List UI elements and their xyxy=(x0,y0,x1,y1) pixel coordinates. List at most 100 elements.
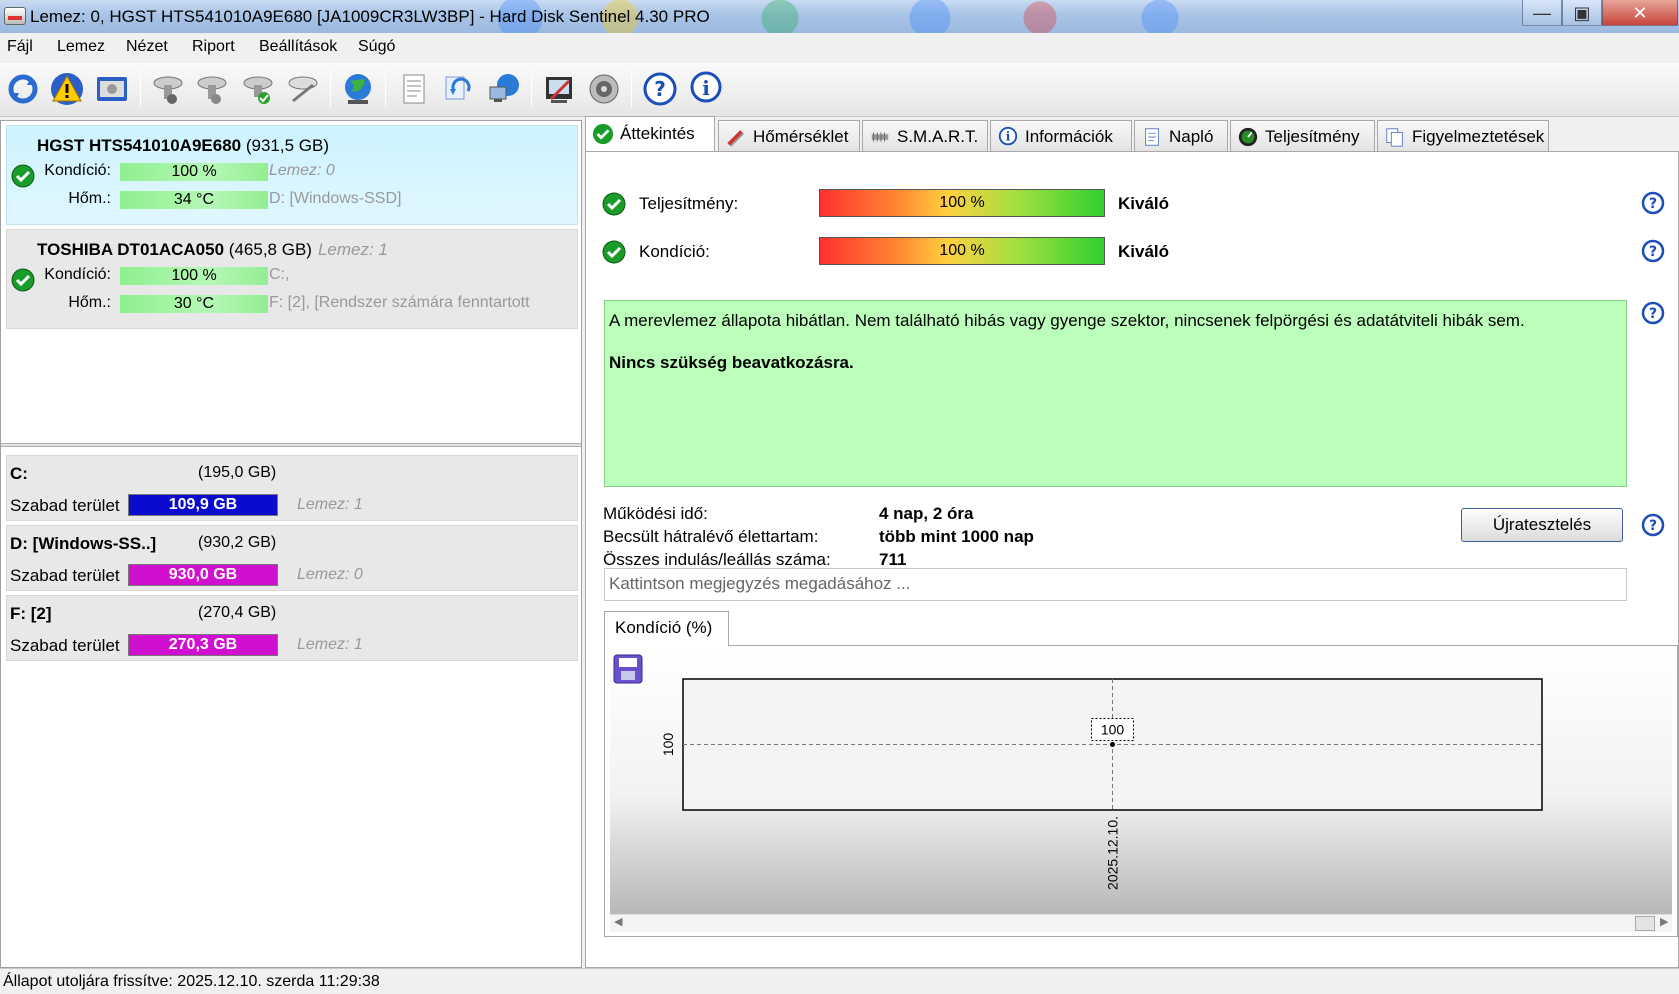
temperature-label: Hőm.: xyxy=(68,190,111,207)
temperature-label: Hőm.: xyxy=(68,294,111,311)
close-button[interactable]: ✕ xyxy=(1602,0,1678,26)
warning-icon[interactable] xyxy=(47,69,87,109)
toolbar-separator xyxy=(140,71,141,107)
disk-icon[interactable] xyxy=(92,69,132,109)
toolbar-separator xyxy=(385,71,386,107)
condition-label: Kondíció: xyxy=(44,266,111,283)
note-input[interactable]: Kattintson megjegyzés megadásához ... xyxy=(604,568,1627,601)
free-space-bar: 270,3 GB xyxy=(128,634,278,656)
toolbar-separator xyxy=(631,71,632,107)
menu-bar: Fájl Lemez Nézet Riport Beállítások Súgó xyxy=(0,33,1679,63)
scroll-thumb[interactable] xyxy=(1635,916,1655,931)
gauge-icon xyxy=(1237,126,1259,148)
disk-item-toshiba[interactable]: TOSHIBA DT01ACA050 (465,8 GB) Lemez: 1 Ko… xyxy=(6,229,578,329)
temperature-bar: 34 °C xyxy=(120,191,268,209)
disk-partitions: D: [Windows-SSD] xyxy=(269,190,402,207)
maximize-button[interactable]: ▣ xyxy=(1562,0,1602,26)
disk-ok-icon[interactable] xyxy=(238,69,278,109)
disk-number: Lemez: 1 xyxy=(297,636,363,653)
disk-list-panel: HGST HTS541010A9E680 (931,5 GB) Kondíció… xyxy=(0,120,582,968)
report-icon[interactable] xyxy=(393,69,433,109)
menu-file[interactable]: Fájl xyxy=(7,38,33,56)
network-icon[interactable] xyxy=(484,69,524,109)
help-icon[interactable]: ? xyxy=(1641,301,1665,325)
condition-chart: 100 2025.12.10. 100 xyxy=(660,678,1543,890)
menu-help[interactable]: Súgó xyxy=(358,38,395,56)
minimize-button[interactable]: — xyxy=(1522,0,1562,26)
free-space-bar: 109,9 GB xyxy=(128,494,278,516)
svg-text:?: ? xyxy=(1649,306,1657,322)
partition-item-c[interactable]: C: (195,0 GB) Szabad terület 109,9 GB Le… xyxy=(6,455,578,521)
svg-text:?: ? xyxy=(1649,196,1657,212)
tab-condition-chart[interactable]: Kondíció (%) xyxy=(604,611,729,646)
tab-alerts[interactable]: Figyelmeztetések xyxy=(1377,120,1549,153)
free-space-label: Szabad terület xyxy=(10,636,120,655)
partition-size: (930,2 GB) xyxy=(198,534,277,551)
uptime-value: 4 nap, 2 óra xyxy=(879,504,974,523)
refresh-icon[interactable] xyxy=(3,69,43,109)
tab-smart[interactable]: S.M.A.R.T. xyxy=(862,120,988,153)
globe-icon[interactable] xyxy=(338,69,378,109)
copy-icon xyxy=(1384,126,1406,148)
temperature-bar: 30 °C xyxy=(120,295,268,313)
chart-scrollbar[interactable]: ◀ ▶ xyxy=(610,914,1672,932)
tab-information[interactable]: i Információk xyxy=(990,120,1132,153)
data-point xyxy=(1110,742,1115,747)
partition-item-d[interactable]: D: [Windows-SS..] (930,2 GB) Szabad terü… xyxy=(6,525,578,591)
partition-size: (270,4 GB) xyxy=(198,604,277,621)
svg-text:?: ? xyxy=(1649,244,1657,260)
partition-size: (195,0 GB) xyxy=(198,464,277,481)
check-ok-icon xyxy=(602,192,626,216)
check-ok-icon xyxy=(602,240,626,264)
panel-splitter[interactable] xyxy=(1,443,581,447)
partition-name: F: [2] xyxy=(10,604,52,623)
condition-label: Kondíció: xyxy=(44,162,111,179)
lifetime-label: Becsült hátralévő élettartam: xyxy=(603,527,819,546)
menu-settings[interactable]: Beállítások xyxy=(259,38,337,56)
window-title: Lemez: 0, HGST HTS541010A9E680 [JA1009CR… xyxy=(30,7,710,26)
retest-button[interactable]: Újratesztelés xyxy=(1461,508,1623,542)
partition-name: D: [Windows-SS..] xyxy=(10,534,157,553)
tab-performance[interactable]: Teljesítmény xyxy=(1230,120,1375,153)
help-icon[interactable]: ? xyxy=(1641,191,1665,215)
disk-satellite-icon[interactable] xyxy=(283,69,323,109)
startstop-value: 711 xyxy=(879,550,907,569)
menu-report[interactable]: Riport xyxy=(192,38,235,56)
disk-number: Lemez: 0 xyxy=(269,162,335,179)
partition-name: C: xyxy=(10,464,28,483)
status-recommendation: Nincs szükség beavatkozásra. xyxy=(609,353,854,372)
help-icon[interactable]: ? xyxy=(1641,513,1665,537)
x-tick-label: 2025.12.10. xyxy=(1105,816,1121,890)
data-label: 100 xyxy=(1101,722,1125,738)
disk-test-icon-2[interactable] xyxy=(192,69,232,109)
status-bar: Állapot utoljára frissítve: 2025.12.10. … xyxy=(0,968,1679,994)
help-icon[interactable]: ? xyxy=(1641,239,1665,263)
edit-icon[interactable] xyxy=(539,69,579,109)
info-icon[interactable]: i xyxy=(686,69,726,109)
partition-item-f[interactable]: F: [2] (270,4 GB) Szabad terület 270,3 G… xyxy=(6,595,578,661)
condition-bar: 100 % xyxy=(120,267,268,285)
scroll-right-icon[interactable]: ▶ xyxy=(1660,915,1668,928)
tab-overview[interactable]: Áttekintés xyxy=(585,116,715,151)
chart-frame: 100 2025.12.10. 100 ◀ ▶ xyxy=(604,645,1678,937)
thermometer-icon xyxy=(725,126,747,148)
tab-temperature[interactable]: Hőmérséklet xyxy=(718,120,860,153)
disk-test-icon[interactable] xyxy=(148,69,188,109)
title-bar: Lemez: 0, HGST HTS541010A9E680 [JA1009CR… xyxy=(0,0,1679,33)
menu-view[interactable]: Nézet xyxy=(126,38,168,56)
disk-number: Lemez: 1 xyxy=(297,496,363,513)
tab-log[interactable]: Napló xyxy=(1134,120,1228,153)
svg-text:?: ? xyxy=(654,77,666,101)
sync-icon[interactable] xyxy=(438,69,478,109)
disk-item-hgst[interactable]: HGST HTS541010A9E680 (931,5 GB) Kondíció… xyxy=(6,125,578,225)
scroll-left-icon[interactable]: ◀ xyxy=(614,915,622,928)
help-icon[interactable]: ? xyxy=(640,69,680,109)
y-tick-label: 100 xyxy=(660,733,676,757)
free-space-label: Szabad terület xyxy=(10,496,120,515)
svg-text:i: i xyxy=(1006,130,1011,144)
svg-text:i: i xyxy=(702,76,710,100)
status-text: A merevlemez állapota hibátlan. Nem talá… xyxy=(609,311,1525,330)
speaker-icon[interactable] xyxy=(584,69,624,109)
details-panel: Áttekintés Hőmérséklet S.M.A.R.T. i Info… xyxy=(585,116,1679,968)
menu-disk[interactable]: Lemez xyxy=(57,38,105,56)
